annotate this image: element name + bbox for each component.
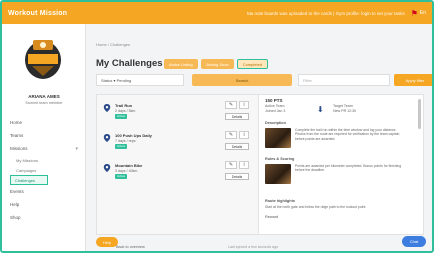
challenge-subtitle: 2 days / 5km [115,109,136,113]
filter-bar: Status ▾ Pending Search Filter Apply fil… [96,74,432,86]
sidebar-subitem-my-missions[interactable]: My Missions [2,155,86,165]
section-heading: Description [265,121,286,125]
detail-title: 150 PTS [265,98,283,103]
status-badge: Active [115,174,128,179]
main-area: Home / Challenges My Challenges Active L… [86,24,432,251]
status-badge: Active [115,114,128,119]
content-panel: Trail Run 2 days / 5km Active ✎ i Detail… [96,94,424,235]
arrow-down-icon: ⬇ [317,105,324,114]
status-select[interactable]: Status ▾ Pending [96,74,184,86]
sidebar-item-shop[interactable]: Shop [2,211,86,224]
info-icon[interactable]: i [239,161,249,169]
apply-filter-button[interactable]: Apply filter [394,74,432,86]
sidebar-item-label: Teams [10,133,24,138]
help-pill[interactable]: Help [96,237,118,247]
sidebar: ARIANA AMES Summit team member Home Team… [2,24,86,251]
challenge-photo [265,164,291,184]
scrollbar[interactable] [418,99,421,129]
sidebar-item-help[interactable]: Help [2,198,86,211]
tab-joining-soon[interactable]: Joining Soon [200,59,234,69]
edit-icon[interactable]: ✎ [225,161,237,169]
detail-meta: Active Team Joined Jan 3 [265,104,286,113]
detail-meta-target: Target Team New PR 12:30 [333,104,357,113]
description-text: Complete the trail run within the time w… [295,128,400,141]
footer-label: Reward [265,215,279,219]
breadcrumb[interactable]: Home / Challenges [96,42,130,47]
list-item[interactable]: Mountain Bike 3 days / 40km Active ✎ i D… [101,161,255,189]
challenge-title: Trail Run [115,103,133,108]
team-logo-icon [25,40,61,79]
top-bar: Workout Mission Ma note boards was uploa… [2,2,432,24]
list-item[interactable]: Trail Run 2 days / 5km Active ✎ i Detail… [101,101,255,129]
sync-status: Last synced a few seconds ago [228,245,279,249]
challenge-detail: 150 PTS Active Team Joined Jan 3 ⬇ Targe… [259,95,423,234]
user-name: ARIANA AMES [28,94,60,99]
chevron-down-icon: ▾ [75,145,78,152]
sidebar-item-label: Events [10,189,24,194]
sidebar-item-label: Shop [10,215,21,220]
edit-icon[interactable]: ✎ [225,101,237,109]
sidebar-item-label: Missions [10,146,28,151]
status-badge: Active [115,144,128,149]
language-label[interactable]: En [420,10,426,16]
section-heading: Rules & Scoring [265,157,295,161]
page-title: My Challenges [96,58,163,69]
tab-bar: Active Listing Joining Soon Completed [164,59,269,69]
sidebar-item-label: Help [10,202,20,207]
sidebar-item-missions[interactable]: Missions ▾ [2,142,86,155]
filter-input[interactable]: Filter [298,74,390,86]
details-button[interactable]: Details [225,113,249,120]
route-text: Start at the north gate and follow the r… [265,205,367,209]
sidebar-subitem-campaigns[interactable]: Campaigns [2,165,86,175]
details-button[interactable]: Details [225,143,249,150]
back-link[interactable]: Back to overview [116,245,145,249]
edit-icon[interactable]: ✎ [225,131,237,139]
sidebar-item-teams[interactable]: Teams [2,129,86,142]
section-heading: Route highlights [265,199,295,203]
rules-text: Points are awarded per kilometer complet… [295,164,402,173]
tab-completed[interactable]: Completed [236,59,269,69]
challenge-photo [265,128,291,148]
tab-active-listing[interactable]: Active Listing [164,59,198,69]
flag-icon[interactable]: ⚑ [411,9,418,18]
app-window: Workout Mission Ma note boards was uploa… [0,0,434,253]
sidebar-nav: Home Teams Missions ▾ My Missions Campai… [2,116,86,224]
challenge-title: 100 Push Ups Daily [115,133,152,138]
challenge-subtitle: 3 days / 40km [115,169,138,173]
challenge-subtitle: 7 days / reps [115,139,136,143]
sidebar-item-events[interactable]: Events [2,185,86,198]
top-message: Ma note boards was uploaded to the cards… [246,10,405,16]
brand-name[interactable]: Workout Mission [8,10,67,17]
location-pin-icon [103,164,111,172]
chat-button[interactable]: Chat [402,236,426,247]
challenge-list: Trail Run 2 days / 5km Active ✎ i Detail… [97,95,259,234]
sidebar-item-label: Home [10,120,23,125]
info-icon[interactable]: i [239,131,249,139]
location-pin-icon [103,134,111,142]
search-button[interactable]: Search [192,74,292,86]
details-button[interactable]: Details [225,173,249,180]
info-icon[interactable]: i [239,101,249,109]
challenge-title: Mountain Bike [115,163,143,168]
list-item[interactable]: 100 Push Ups Daily 7 days / reps Active … [101,131,255,159]
sidebar-subitem-challenges[interactable]: Challenges [10,175,48,185]
sidebar-item-home[interactable]: Home [2,116,86,129]
user-subtitle: Summit team member [25,101,63,105]
location-pin-icon [103,104,111,112]
